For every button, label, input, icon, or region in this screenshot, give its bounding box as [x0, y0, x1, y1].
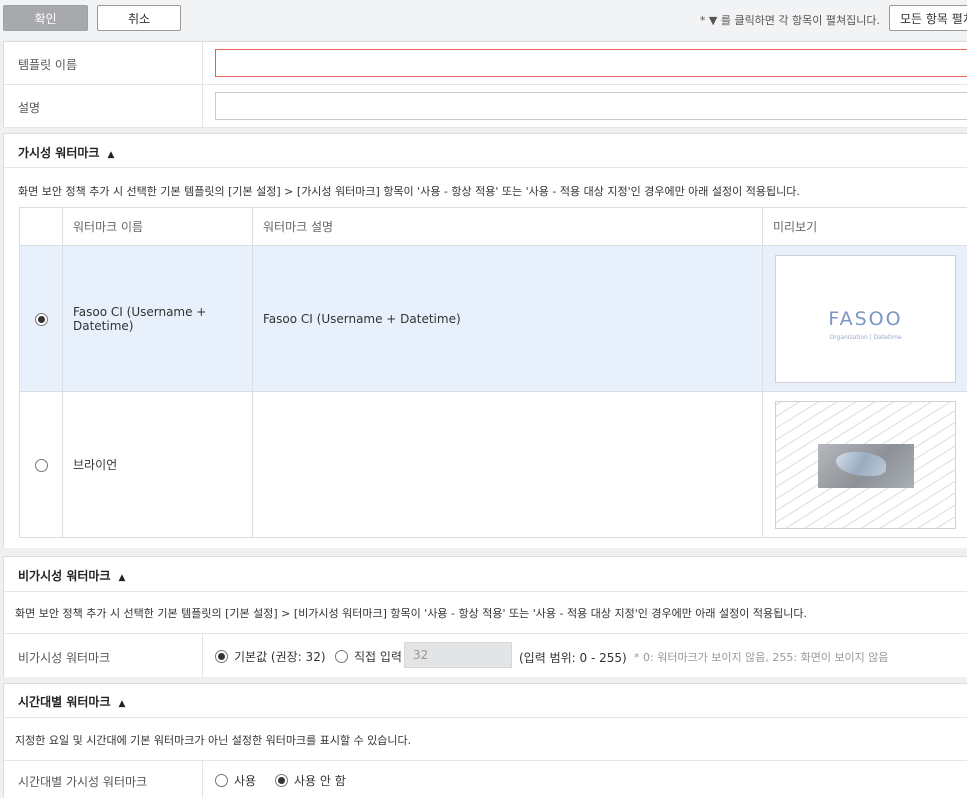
collapse-caret-icon[interactable]: ▲ [107, 150, 114, 160]
column-header: 워터마크 설명 [252, 207, 763, 246]
use-radio[interactable] [215, 774, 228, 787]
select-column-header [19, 207, 63, 246]
visible-watermark-desc: 화면 보안 정책 추가 시 선택한 기본 템플릿의 [기본 설정] > [가시성… [18, 185, 800, 198]
top-toolbar: 확인 취소 * ▼ 를 클릭하면 각 항목이 펼쳐집니다. 모든 항목 펼치기 [0, 0, 967, 40]
description-row: 설명 [4, 85, 967, 128]
custom-radio[interactable] [335, 650, 348, 663]
visible-watermark-title[interactable]: 가시성 워터마크 ▲ [18, 144, 114, 161]
preview-photo [818, 443, 914, 488]
template-name-label: 템플릿 이름 [18, 58, 78, 72]
row-radio[interactable] [35, 312, 48, 326]
default-option[interactable]: 기본값 (권장: 32) [215, 648, 326, 665]
invisible-note: * 0: 워터마크가 보이지 않음, 255: 화면이 보이지 않음 [634, 651, 889, 664]
timebased-watermark-panel: 시간대별 워터마크 ▲ 지정한 요일 및 시간대에 기본 워터마크가 아닌 설정한… [3, 683, 967, 798]
invisible-watermark-desc: 화면 보안 정책 추가 시 선택한 기본 템플릿의 [기본 설정] > [비가시… [15, 607, 807, 620]
custom-value-input[interactable]: 32 [404, 642, 512, 668]
no-use-radio[interactable] [275, 774, 288, 787]
watermark-preview: FASOO Organization | Datetime [775, 254, 956, 383]
collapse-caret-icon[interactable]: ▲ [119, 573, 126, 583]
template-name-row: 템플릿 이름 [4, 42, 967, 85]
use-option[interactable]: 사용 [215, 772, 256, 789]
confirm-button[interactable]: 확인 [3, 5, 88, 31]
invisible-watermark-label: 비가시성 워터마크 [18, 651, 111, 665]
input-range-text: (입력 범위: 0 - 255) [519, 651, 627, 665]
visible-watermark-panel: 가시성 워터마크 ▲ 화면 보안 정책 추가 시 선택한 기본 템플릿의 [기본 … [3, 133, 967, 548]
collapse-caret-icon[interactable]: ▲ [119, 699, 126, 709]
custom-option[interactable]: 직접 입력 [335, 648, 402, 665]
watermark-table: 워터마크 이름 워터마크 설명 미리보기 Fasoo CI (Username … [19, 207, 967, 538]
column-header: 미리보기 [762, 207, 967, 246]
watermark-description: Fasoo CI (Username + Datetime) [252, 245, 763, 392]
no-use-option[interactable]: 사용 안 함 [275, 772, 346, 789]
fasoo-logo: FASOO [828, 307, 903, 330]
cancel-button[interactable]: 취소 [97, 5, 181, 31]
template-name-input[interactable] [215, 49, 967, 77]
timebased-watermark-title[interactable]: 시간대별 워터마크 ▲ [18, 693, 125, 710]
timebased-watermark-desc: 지정한 요일 및 시간대에 기본 워터마크가 아닌 설정한 워터마크를 표시할 … [15, 734, 412, 747]
table-row[interactable]: Fasoo CI (Username + Datetime) Fasoo CI … [19, 245, 967, 392]
watermark-preview [775, 400, 956, 529]
invisible-watermark-panel: 비가시성 워터마크 ▲ 화면 보안 정책 추가 시 선택한 기본 템플릿의 [기본… [3, 556, 967, 678]
invisible-watermark-row: 비가시성 워터마크 기본값 (권장: 32) 직접 입력 32 (입력 범위: … [4, 634, 967, 678]
table-row[interactable]: 브라이언 [19, 391, 967, 538]
watermark-name: 브라이언 [62, 391, 253, 538]
column-header: 워터마크 이름 [62, 207, 253, 246]
row-radio[interactable] [35, 458, 48, 472]
expand-all-button[interactable]: 모든 항목 펼치기 [889, 5, 967, 31]
description-label: 설명 [18, 101, 41, 115]
table-header: 워터마크 이름 워터마크 설명 미리보기 [19, 207, 967, 246]
default-radio[interactable] [215, 650, 228, 663]
fasoo-logo-subtitle: Organization | Datetime [829, 333, 902, 341]
timebased-watermark-row: 시간대별 가시성 워터마크 사용 사용 안 함 [4, 761, 967, 798]
basic-info-panel: 템플릿 이름 설명 [3, 41, 967, 128]
watermark-name: Fasoo CI (Username + Datetime) [62, 245, 253, 392]
expand-hint: * ▼ 를 클릭하면 각 항목이 펼쳐집니다. [699, 14, 880, 27]
invisible-watermark-title[interactable]: 비가시성 워터마크 ▲ [18, 567, 125, 584]
watermark-description [252, 391, 763, 538]
timebased-watermark-label: 시간대별 가시성 워터마크 [18, 775, 148, 789]
description-input[interactable] [215, 92, 967, 120]
